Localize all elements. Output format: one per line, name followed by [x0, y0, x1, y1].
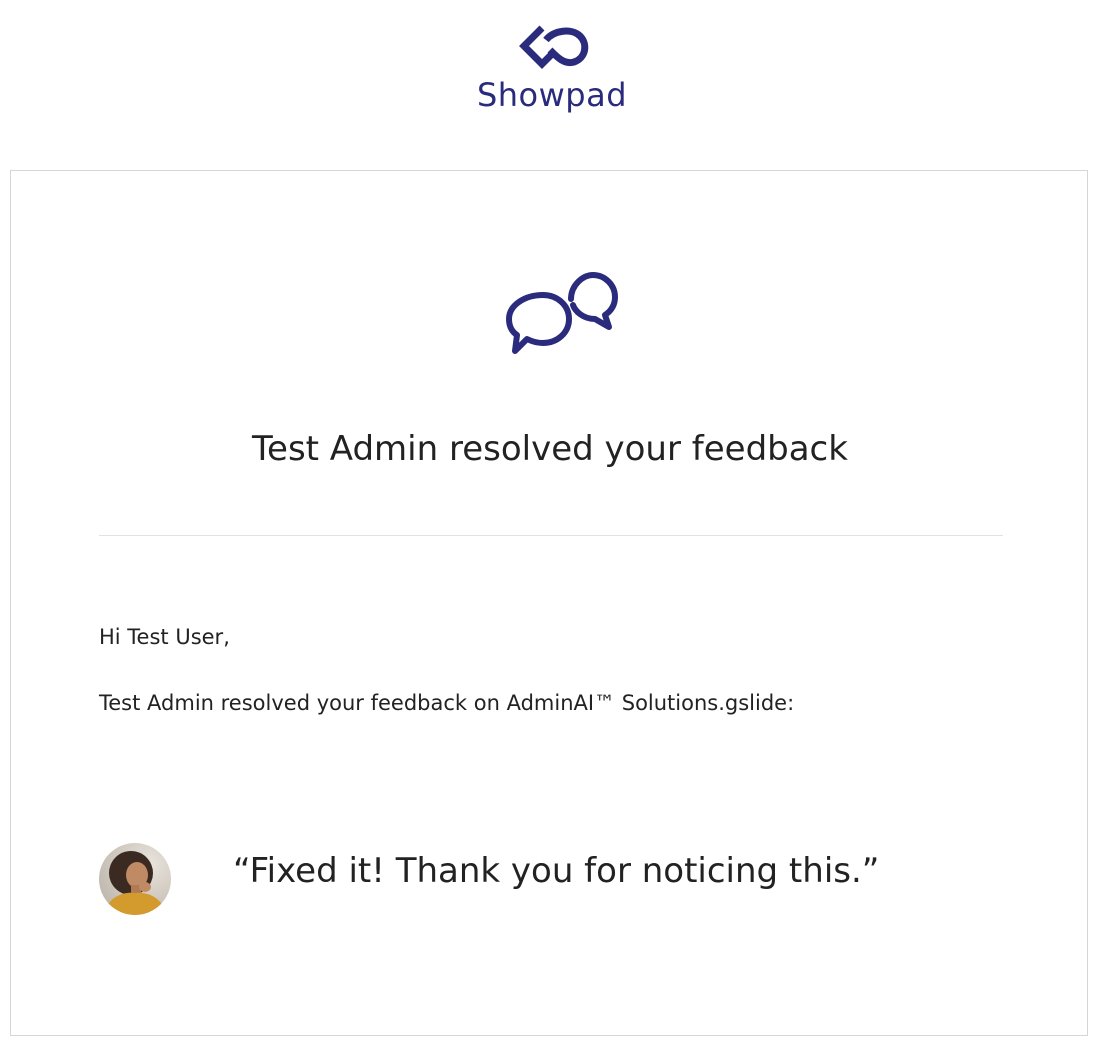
email-page: Showpad Test Admin resolved your feedbac…	[0, 0, 1104, 1050]
greeting-text: Hi Test User,	[99, 625, 230, 649]
speech-bubbles-icon	[506, 272, 618, 354]
avatar-image	[99, 843, 171, 915]
user-avatar	[99, 843, 171, 915]
headline: Test Admin resolved your feedback	[252, 429, 848, 469]
divider	[99, 535, 1003, 536]
message-text: Test Admin resolved your feedback on Adm…	[99, 691, 795, 715]
notification-card: Test Admin resolved your feedback Hi Tes…	[10, 170, 1088, 1036]
feedback-quote: “Fixed it! Thank you for noticing this.”	[233, 851, 880, 891]
showpad-logo-icon	[519, 25, 589, 69]
brand-name: Showpad	[476, 76, 628, 114]
brand-header: Showpad	[0, 22, 1104, 114]
